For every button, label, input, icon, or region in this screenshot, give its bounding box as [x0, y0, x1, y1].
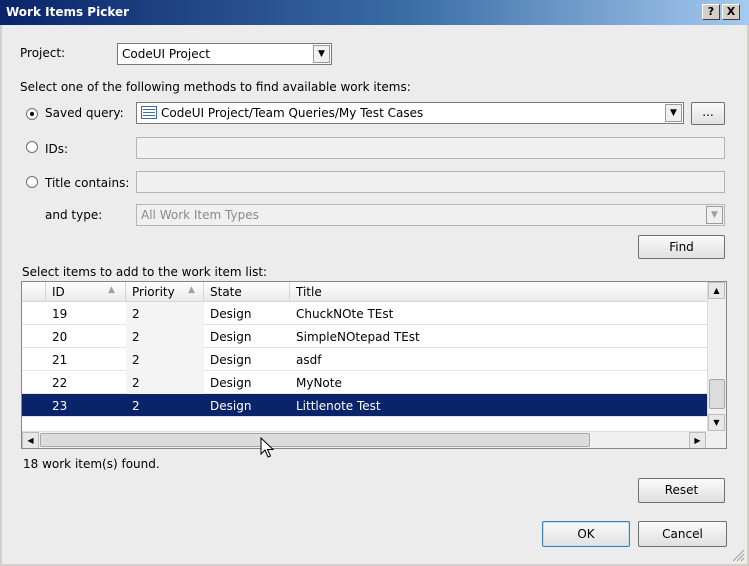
row-state: Design: [210, 330, 252, 344]
title-contains-radio[interactable]: [26, 176, 38, 188]
row-priority: 2: [132, 330, 140, 344]
close-button[interactable]: X: [722, 4, 740, 20]
scrollbar-corner: [707, 431, 726, 448]
row-state: Design: [210, 353, 252, 367]
row-id: 23: [52, 399, 68, 413]
saved-query-label: Saved query:: [45, 106, 124, 120]
ids-radio[interactable]: [26, 141, 38, 153]
saved-query-combo[interactable]: CodeUI Project/Team Queries/My Test Case…: [136, 102, 684, 124]
row-state: Design: [210, 376, 252, 390]
list-caption: Select items to add to the work item lis…: [22, 265, 268, 279]
scroll-up-icon[interactable]: ▲: [708, 282, 725, 299]
scroll-right-icon[interactable]: ▶: [689, 432, 706, 448]
find-button[interactable]: Find: [638, 235, 725, 259]
row-title: asdf: [296, 353, 322, 367]
saved-query-radio[interactable]: [26, 108, 38, 120]
column-state-label: State: [210, 285, 242, 299]
column-id-label: ID: [52, 285, 65, 299]
column-title-label: Title: [296, 285, 322, 299]
resize-grip-icon[interactable]: [731, 548, 745, 565]
table-row[interactable]: 22 2 Design MyNote: [22, 371, 707, 394]
cancel-button[interactable]: Cancel: [638, 521, 727, 547]
vertical-scrollbar[interactable]: ▲ ▼: [707, 282, 726, 432]
methods-instruction: Select one of the following methods to f…: [20, 80, 411, 94]
sort-arrow-icon: ▲: [108, 285, 115, 295]
column-header-priority[interactable]: Priority ▲: [126, 282, 204, 302]
row-title: Littlenote Test: [296, 399, 381, 413]
project-combo[interactable]: CodeUI Project ▼: [117, 43, 332, 65]
type-label: and type:: [45, 208, 103, 222]
header-spacer: [22, 282, 46, 302]
row-title: ChuckNOte TEst: [296, 307, 394, 321]
reset-button[interactable]: Reset: [638, 478, 725, 503]
vertical-scroll-thumb[interactable]: [709, 379, 725, 409]
horizontal-scroll-thumb[interactable]: [40, 433, 590, 447]
table-row[interactable]: 20 2 Design SimpleNOtepad TEst: [22, 325, 707, 348]
browse-query-button[interactable]: ...: [691, 102, 725, 125]
chevron-down-icon[interactable]: ▼: [665, 104, 682, 122]
column-header-id[interactable]: ID ▲: [46, 282, 126, 302]
type-combo[interactable]: All Work Item Types ▼: [136, 204, 725, 226]
row-id: 21: [52, 353, 68, 367]
mouse-cursor-icon: [260, 436, 275, 462]
saved-query-value: CodeUI Project/Team Queries/My Test Case…: [161, 106, 424, 120]
column-header-state[interactable]: State: [204, 282, 290, 302]
ids-field[interactable]: [136, 137, 725, 159]
table-row-selected[interactable]: 23 2 Design Littlenote Test: [22, 394, 707, 417]
row-state: Design: [210, 399, 252, 413]
ok-button[interactable]: OK: [542, 521, 630, 547]
row-state: Design: [210, 307, 252, 321]
sort-arrow-icon: ▲: [188, 285, 195, 295]
title-contains-label: Title contains:: [45, 176, 130, 190]
title-bar: Work Items Picker ? X: [0, 0, 749, 25]
row-id: 22: [52, 376, 68, 390]
help-button[interactable]: ?: [702, 4, 720, 20]
row-id: 20: [52, 330, 68, 344]
table-row[interactable]: 21 2 Design asdf: [22, 348, 707, 371]
project-label: Project:: [20, 46, 66, 60]
horizontal-scrollbar[interactable]: ◀ ▶: [22, 431, 726, 448]
row-priority: 2: [132, 399, 140, 413]
window-title: Work Items Picker: [6, 5, 130, 19]
scroll-left-icon[interactable]: ◀: [22, 432, 39, 448]
status-text: 18 work item(s) found.: [23, 457, 160, 471]
chevron-down-icon[interactable]: ▼: [706, 206, 723, 224]
scroll-down-icon[interactable]: ▼: [708, 414, 725, 431]
column-header-title[interactable]: Title: [290, 282, 707, 302]
project-value: CodeUI Project: [122, 47, 210, 61]
row-title: MyNote: [296, 376, 342, 390]
row-id: 19: [52, 307, 68, 321]
column-priority-label: Priority: [132, 285, 175, 299]
table-row[interactable]: 19 2 Design ChuckNOte TEst: [22, 302, 707, 325]
grid-header: ID ▲ Priority ▲ State Title: [22, 282, 707, 302]
row-priority: 2: [132, 376, 140, 390]
chevron-down-icon[interactable]: ▼: [313, 45, 330, 63]
row-priority: 2: [132, 353, 140, 367]
work-items-grid[interactable]: ID ▲ Priority ▲ State Title 19 2 Design …: [21, 281, 727, 449]
title-contains-field[interactable]: [136, 171, 725, 193]
row-priority: 2: [132, 307, 140, 321]
ids-label: IDs:: [45, 142, 69, 156]
query-list-icon: [141, 106, 157, 122]
type-value: All Work Item Types: [141, 208, 259, 222]
row-title: SimpleNOtepad TEst: [296, 330, 420, 344]
